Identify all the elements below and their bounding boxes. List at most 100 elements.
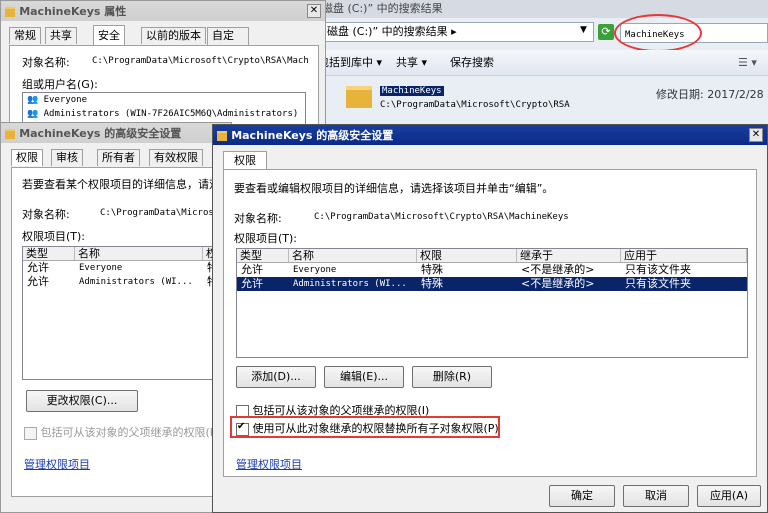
col-permission[interactable]: 权限 bbox=[417, 249, 517, 262]
inherit-checkbox-row[interactable]: 包括可从该对象的父项继承的权限(I) bbox=[24, 424, 217, 440]
inherit-label: 包括可从该对象的父项继承的权限(I) bbox=[40, 426, 218, 439]
cell-type: 允许 bbox=[27, 275, 49, 288]
user-icon: 👥 bbox=[27, 109, 39, 119]
tab-permissions[interactable]: 权限 bbox=[223, 151, 267, 170]
object-name-value: C:\ProgramData\Microsoft\Crypto\RSA\Mach bbox=[92, 56, 309, 66]
explorer-toolbar: 包括到库中 ▾ 共享 ▾ 保存搜索 ☰ ▾ bbox=[318, 50, 768, 76]
cell-type: 允许 bbox=[27, 261, 49, 274]
user-icon: 👥 bbox=[27, 95, 39, 105]
folder-icon bbox=[5, 128, 15, 139]
folder-icon bbox=[346, 86, 372, 108]
table-row[interactable]: 允许 Administrators (WI... 特 bbox=[23, 275, 232, 289]
cell-applies-to: 只有该文件夹 bbox=[625, 277, 691, 290]
tab-permissions[interactable]: 权限 bbox=[11, 149, 43, 166]
toolbar-save-search[interactable]: 保存搜索 bbox=[450, 50, 494, 76]
object-name-label: 对象名称: bbox=[22, 56, 70, 69]
permission-entries-list[interactable]: 类型 名称 权限 继承于 应用于 允许 Everyone 特殊 <不是继承的> … bbox=[236, 248, 748, 358]
dialog-title: MachineKeys 的高级安全设置 bbox=[19, 127, 182, 140]
properties-tabs: 常规 共享 安全 以前的版本 自定义 bbox=[9, 25, 249, 60]
object-name-label: 对象名称: bbox=[234, 212, 282, 225]
explorer-addressbar[interactable]: 磁盘 (C:)” 中的搜索结果 ▸ bbox=[322, 22, 594, 42]
close-icon[interactable]: ✕ bbox=[749, 128, 763, 142]
object-name-value: C:\ProgramData\Microsoft\Crypto\RSA\Mach… bbox=[314, 212, 569, 222]
tab-effective-permissions[interactable]: 有效权限 bbox=[149, 149, 203, 166]
object-name-label: 对象名称: bbox=[22, 208, 70, 221]
cell-applies-to: 只有该文件夹 bbox=[625, 263, 691, 276]
manage-permissions-link[interactable]: 管理权限项目 bbox=[236, 456, 302, 472]
tab-general[interactable]: 常规 bbox=[9, 27, 41, 44]
folder-icon bbox=[5, 6, 15, 17]
explorer-title: 磁盘 (C:)” 中的搜索结果 bbox=[322, 2, 443, 15]
explorer-address-text: 磁盘 (C:)” 中的搜索结果 ▸ bbox=[327, 25, 457, 38]
manage-permissions-link[interactable]: 管理权限项目 bbox=[24, 456, 90, 472]
col-type[interactable]: 类型 bbox=[23, 247, 75, 260]
properties-body: 对象名称: C:\ProgramData\Microsoft\Crypto\RS… bbox=[9, 45, 319, 132]
list-item[interactable]: 👥 Everyone bbox=[23, 93, 305, 107]
cell-name: Everyone bbox=[293, 265, 337, 275]
cell-permission: 特殊 bbox=[421, 263, 443, 276]
cell-type: 允许 bbox=[241, 263, 263, 276]
dialog-titlebar: MachineKeys 的高级安全设置 bbox=[1, 123, 231, 143]
permission-entries-label: 权限项目(T): bbox=[234, 232, 298, 245]
properties-window: MachineKeys 属性 ✕ 常规 共享 安全 以前的版本 自定义 对象名称… bbox=[0, 0, 326, 132]
cancel-button[interactable]: 取消 bbox=[623, 485, 689, 507]
table-row[interactable]: 允许 Everyone 特 bbox=[23, 261, 232, 275]
table-row[interactable]: 允许 Administrators (WI... 特殊 <不是继承的> 只有该文… bbox=[237, 277, 747, 291]
cell-permission: 特殊 bbox=[421, 277, 443, 290]
list-header: 类型 名称 权 bbox=[23, 247, 232, 261]
user-name: Administrators (WIN-7F26AIC5M6Q\Administ… bbox=[43, 109, 299, 119]
tab-owner[interactable]: 所有者 bbox=[97, 149, 140, 166]
description-text: 若要查看某个权限项目的详细信息，请双 bbox=[22, 178, 220, 191]
table-row[interactable]: 允许 Everyone 特殊 <不是继承的> 只有该文件夹 bbox=[237, 263, 747, 277]
search-result-item[interactable]: MachineKeys C:\ProgramData\Microsoft\Cry… bbox=[338, 82, 768, 122]
cell-inherited-from: <不是继承的> bbox=[521, 277, 595, 290]
change-permissions-button[interactable]: 更改权限(C)... bbox=[26, 390, 138, 412]
dialog-tabs: 权限 审核 所有者 有效权限 bbox=[11, 149, 231, 167]
toolbar-include-library[interactable]: 包括到库中 ▾ bbox=[318, 50, 382, 76]
ok-button[interactable]: 确定 bbox=[549, 485, 615, 507]
inherit-checkbox[interactable] bbox=[24, 426, 37, 440]
cell-name: Administrators (WI... bbox=[293, 279, 407, 289]
col-name[interactable]: 名称 bbox=[289, 249, 417, 262]
cell-type: 允许 bbox=[241, 277, 263, 290]
explorer-titlebar: 磁盘 (C:)” 中的搜索结果 bbox=[318, 0, 768, 18]
toolbar-share[interactable]: 共享 ▾ bbox=[396, 50, 427, 76]
close-icon[interactable]: ✕ bbox=[307, 4, 321, 18]
dialog-body: 要查看或编辑权限项目的详细信息，请选择该项目并单击“编辑”。 对象名称: C:\… bbox=[223, 169, 757, 477]
add-button[interactable]: 添加(D)... bbox=[236, 366, 316, 388]
list-header: 类型 名称 权限 继承于 应用于 bbox=[237, 249, 747, 263]
cell-name: Administrators (WI... bbox=[79, 277, 193, 287]
result-path: C:\ProgramData\Microsoft\Crypto\RSA bbox=[380, 100, 570, 110]
tab-audit[interactable]: 审核 bbox=[51, 149, 83, 166]
dialog-titlebar: MachineKeys 的高级安全设置 bbox=[213, 125, 767, 145]
tab-previous-versions[interactable]: 以前的版本 bbox=[141, 27, 206, 44]
properties-title: MachineKeys 属性 bbox=[19, 5, 127, 18]
permission-entries-list[interactable]: 类型 名称 权 允许 Everyone 特 允许 Administrators … bbox=[22, 246, 232, 380]
col-name[interactable]: 名称 bbox=[75, 247, 203, 260]
tab-security[interactable]: 安全 bbox=[93, 25, 125, 45]
result-name[interactable]: MachineKeys bbox=[380, 86, 444, 96]
advanced-security-dialog-back: MachineKeys 的高级安全设置 权限 审核 所有者 有效权限 若要查看某… bbox=[0, 122, 233, 513]
apply-button[interactable]: 应用(A) bbox=[697, 485, 761, 507]
view-options-icon[interactable]: ☰ ▾ bbox=[738, 50, 757, 76]
edit-button[interactable]: 编辑(E)... bbox=[324, 366, 404, 388]
object-name-value: C:\ProgramData\Micros bbox=[100, 208, 214, 218]
advanced-security-dialog: MachineKeys 的高级安全设置 ✕ 权限 要查看或编辑权限项目的详细信息… bbox=[212, 124, 768, 513]
description-text: 要查看或编辑权限项目的详细信息，请选择该项目并单击“编辑”。 bbox=[234, 182, 554, 195]
list-item[interactable]: 👥 Administrators (WIN-7F26AIC5M6Q\Admini… bbox=[23, 107, 305, 121]
tab-share[interactable]: 共享 bbox=[45, 27, 77, 44]
delete-button[interactable]: 删除(R) bbox=[412, 366, 492, 388]
replace-highlight-rect bbox=[230, 416, 500, 438]
col-type[interactable]: 类型 bbox=[237, 249, 289, 262]
col-applies-to[interactable]: 应用于 bbox=[621, 249, 747, 262]
user-name: Everyone bbox=[43, 95, 87, 105]
dialog-title: MachineKeys 的高级安全设置 bbox=[231, 129, 394, 142]
folder-icon bbox=[217, 130, 227, 141]
cell-name: Everyone bbox=[79, 263, 123, 273]
address-dropdown-icon[interactable]: ▼ bbox=[580, 25, 587, 35]
col-inherited-from[interactable]: 继承于 bbox=[517, 249, 621, 262]
dialog-body: 若要查看某个权限项目的详细信息，请双 对象名称: C:\ProgramData\… bbox=[11, 167, 233, 497]
result-modified-date: 修改日期: 2017/2/28 20 bbox=[656, 88, 768, 101]
refresh-icon[interactable]: ⟳ bbox=[598, 24, 614, 40]
group-users-label: 组或用户名(G): bbox=[22, 78, 98, 91]
